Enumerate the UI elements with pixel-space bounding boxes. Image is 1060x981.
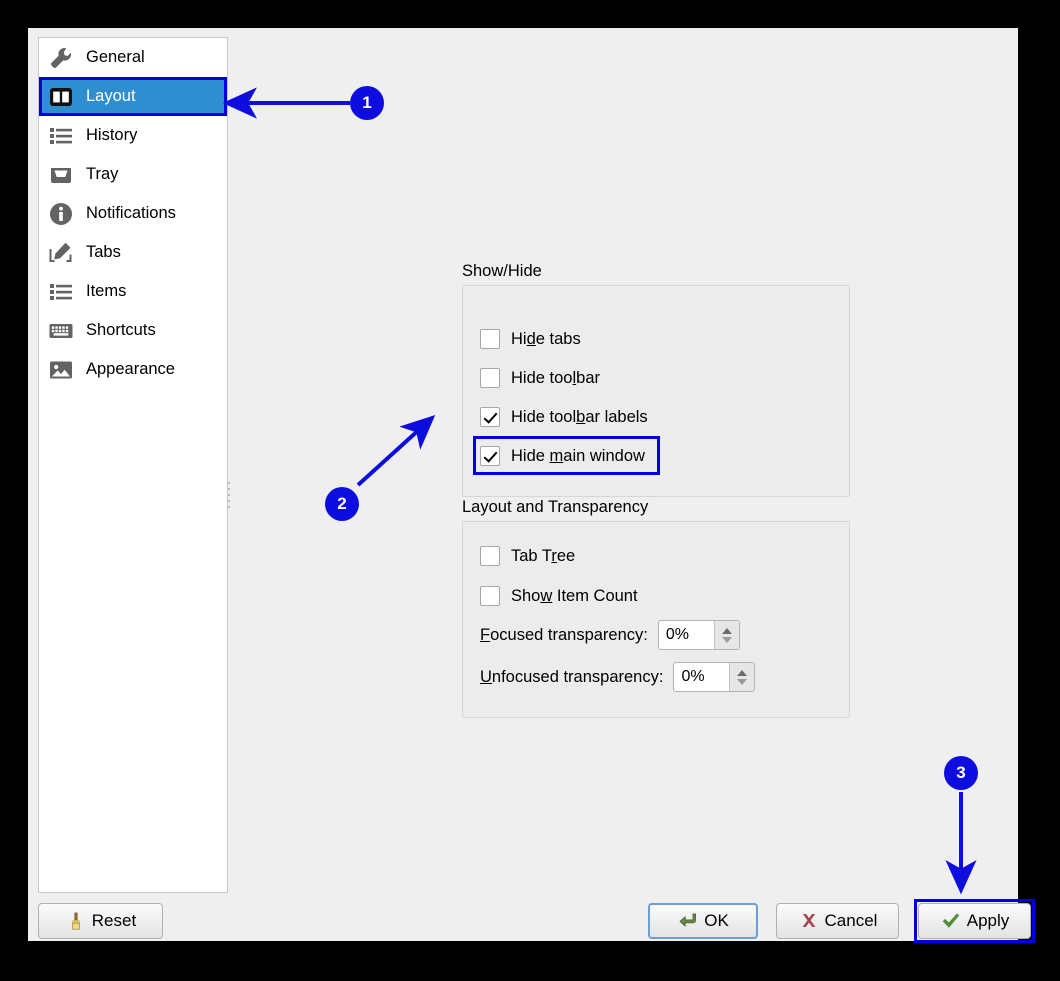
focused-transparency-row: Focused transparency: 0% — [480, 620, 740, 650]
apply-button[interactable]: Apply — [918, 903, 1031, 939]
focused-transparency-spinner[interactable]: 0% — [657, 620, 740, 650]
checkbox-hide-main-window[interactable]: Hide main window — [480, 444, 645, 468]
checkbox-box[interactable] — [480, 546, 500, 566]
annotation-badge-2: 2 — [325, 487, 359, 521]
checkbox-box[interactable] — [480, 368, 500, 388]
checkbox-hide-tabs[interactable]: Hide tabs — [480, 327, 581, 351]
annotation-badge-3: 3 — [944, 756, 978, 790]
spinner-buttons[interactable] — [713, 621, 739, 649]
annotation-badge-1: 1 — [350, 86, 384, 120]
sidebar-item-label: History — [86, 126, 138, 144]
apply-button-label: Apply — [966, 911, 1010, 930]
sidebar-item-label: Tray — [86, 165, 119, 183]
sidebar-item-label: Notifications — [86, 204, 176, 222]
wrench-icon — [48, 45, 74, 71]
x-cross-icon — [798, 910, 820, 932]
checkbox-label: Hide toolbar labels — [511, 407, 648, 426]
info-circle-icon — [48, 201, 74, 227]
list-icon — [48, 123, 74, 149]
checkbox-box[interactable] — [480, 586, 500, 606]
cancel-button[interactable]: Cancel — [776, 903, 899, 939]
unfocused-transparency-spinner[interactable]: 0% — [673, 662, 756, 692]
ok-button-label: OK — [704, 911, 729, 930]
enter-arrow-icon — [677, 910, 699, 932]
pencil-edit-icon — [48, 240, 74, 266]
checkbox-label: Hide tabs — [511, 329, 581, 348]
sidebar-item-layout[interactable]: Layout — [39, 77, 227, 116]
checkbox-box[interactable] — [480, 446, 500, 466]
sidebar-item-history[interactable]: History — [39, 116, 227, 155]
brush-icon — [65, 910, 87, 932]
sidebar-item-label: Appearance — [86, 360, 175, 378]
dialog-button-bar: Reset OK Cancel Apply — [28, 899, 1035, 951]
checkbox-hide-toolbar[interactable]: Hide toolbar — [480, 366, 600, 390]
reset-button[interactable]: Reset — [38, 903, 163, 939]
check-icon — [940, 910, 962, 932]
checkbox-label: Hide main window — [511, 446, 645, 465]
sidebar-item-label: Layout — [86, 87, 136, 105]
spinner-down-icon[interactable] — [721, 636, 732, 643]
keyboard-icon — [48, 318, 74, 344]
sidebar-item-tray[interactable]: Tray — [39, 155, 227, 194]
sidebar-item-tabs[interactable]: Tabs — [39, 233, 227, 272]
sidebar-item-shortcuts[interactable]: Shortcuts — [39, 311, 227, 350]
checkbox-box[interactable] — [480, 329, 500, 349]
sidebar-item-notifications[interactable]: Notifications — [39, 194, 227, 233]
layout-transparency-group-title: Layout and Transparency — [462, 498, 649, 516]
focused-transparency-label: Focused transparency: — [480, 625, 648, 644]
unfocused-transparency-label: Unfocused transparency: — [480, 667, 664, 686]
checkbox-hide-toolbar-labels[interactable]: Hide toolbar labels — [480, 405, 648, 429]
checkbox-label: Show Item Count — [511, 586, 638, 605]
sidebar-item-appearance[interactable]: Appearance — [39, 350, 227, 389]
checkbox-show-item-count[interactable]: Show Item Count — [480, 584, 638, 608]
layout-columns-icon — [48, 84, 74, 110]
sidebar-item-items[interactable]: Items — [39, 272, 227, 311]
sidebar-item-label: Items — [86, 282, 127, 300]
panel-splitter-handle[interactable] — [226, 478, 232, 508]
cancel-button-label: Cancel — [824, 911, 878, 930]
reset-button-label: Reset — [91, 911, 137, 930]
tray-icon — [48, 162, 74, 188]
sidebar-item-label: Tabs — [86, 243, 121, 261]
checkbox-tab-tree[interactable]: Tab Tree — [480, 544, 575, 568]
sidebar-item-label: Shortcuts — [86, 321, 156, 339]
spinner-up-icon[interactable] — [737, 669, 748, 676]
layout-settings-page: Show/Hide Hide tabs Hide toolbar Hide to… — [238, 37, 1008, 893]
sidebar-item-label: General — [86, 48, 145, 66]
spinner-up-icon[interactable] — [721, 627, 732, 634]
spinner-down-icon[interactable] — [737, 678, 748, 685]
sidebar-item-general[interactable]: General — [39, 38, 227, 77]
unfocused-transparency-value[interactable]: 0% — [674, 663, 729, 691]
checkbox-box[interactable] — [480, 407, 500, 427]
list-icon — [48, 279, 74, 305]
ok-button[interactable]: OK — [648, 903, 758, 939]
checkbox-label: Tab Tree — [511, 546, 576, 565]
settings-category-list[interactable]: General Layout History Tray Notification… — [38, 37, 228, 893]
screenshot-root: General Layout History Tray Notification… — [0, 0, 1060, 981]
spinner-buttons[interactable] — [729, 663, 755, 691]
show-hide-group-title: Show/Hide — [462, 262, 542, 280]
image-icon — [48, 357, 74, 383]
preferences-dialog: General Layout History Tray Notification… — [28, 28, 1035, 943]
checkbox-label: Hide toolbar — [511, 368, 600, 387]
unfocused-transparency-row: Unfocused transparency: 0% — [480, 662, 756, 692]
focused-transparency-value[interactable]: 0% — [659, 621, 714, 649]
